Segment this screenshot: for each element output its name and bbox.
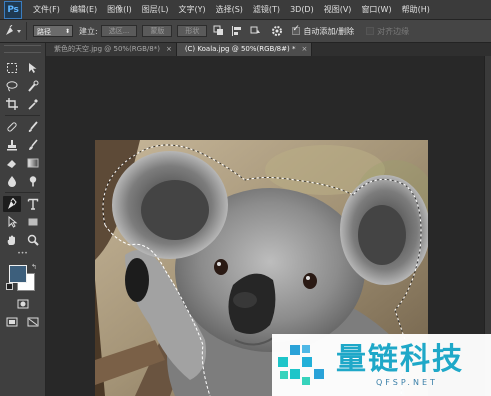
eyedropper-icon[interactable] (24, 96, 42, 112)
menu-image[interactable]: 图像(I) (102, 0, 137, 19)
watermark: 量链科技 QFSP.NET (272, 334, 491, 396)
type-icon[interactable] (24, 196, 42, 212)
clone-stamp-icon[interactable] (3, 137, 21, 153)
zoom-icon[interactable] (24, 232, 42, 248)
tab-koala[interactable]: (C) Koala.jpg @ 50%(RGB/8#) * × (176, 43, 313, 56)
menu-file[interactable]: 文件(F) (28, 0, 65, 19)
menu-view[interactable]: 视图(V) (319, 0, 357, 19)
options-bar: 路径 ⬍ 建立: 选区... 蒙版 形状 自动添加/删除 对齐边缘 (0, 20, 491, 43)
more-tools-icon[interactable]: ••• (17, 250, 28, 257)
tab-label: (C) Koala.jpg @ 50%(RGB/8#) * (184, 45, 296, 53)
chevron-down-icon: ⬍ (64, 28, 70, 35)
align-edges-checkbox[interactable] (366, 27, 375, 35)
default-colors-icon[interactable] (6, 283, 13, 290)
watermark-url: QFSP.NET (376, 377, 438, 387)
menu-window[interactable]: 窗口(W) (356, 0, 396, 19)
path-select-icon[interactable] (3, 214, 21, 230)
auto-add-delete-checkbox[interactable] (292, 24, 301, 35)
close-icon[interactable]: × (301, 45, 307, 53)
brush-icon[interactable] (24, 119, 42, 135)
tab-label: 紫色的天空.jpg @ 50%(RGB/8*) (54, 45, 160, 53)
make-shape-button[interactable]: 形状 (177, 25, 208, 37)
watermark-title: 量链科技 (336, 341, 464, 377)
quick-select-icon[interactable] (24, 78, 42, 94)
make-mask-button[interactable]: 蒙版 (142, 25, 173, 37)
dodge-icon[interactable] (24, 173, 42, 189)
tools-panel: ••• ↰ (0, 43, 46, 396)
menu-filter[interactable]: 滤镜(T) (248, 0, 285, 19)
rectangle-icon[interactable] (24, 214, 42, 230)
marquee-icon[interactable] (3, 60, 21, 76)
foreground-color-swatch[interactable] (9, 265, 27, 283)
pen-icon (6, 25, 21, 35)
close-icon[interactable]: × (166, 45, 172, 53)
make-label: 建立: (79, 26, 98, 36)
move-icon[interactable] (24, 60, 42, 76)
healing-brush-icon[interactable] (3, 119, 21, 135)
menu-type[interactable]: 文字(Y) (173, 0, 210, 19)
auto-add-delete-label: 自动添加/删除 (303, 26, 355, 36)
tool-preset-picker[interactable] (0, 22, 27, 40)
history-brush-icon[interactable] (24, 137, 42, 153)
path-alignment-icon[interactable] (230, 24, 244, 38)
mode-select-value: 路径 (37, 28, 51, 36)
menu-bar: Ps 文件(F) 编辑(E) 图像(I) 图层(L) 文字(Y) 选择(S) 滤… (0, 0, 491, 20)
photoshop-logo: Ps (4, 0, 22, 19)
eraser-icon[interactable] (3, 155, 21, 171)
color-swatches: ↰ (0, 261, 45, 293)
tab-purple-sky[interactable]: 紫色的天空.jpg @ 50%(RGB/8*) × (46, 43, 177, 56)
path-operations-icon[interactable] (212, 24, 226, 38)
mode-select[interactable]: 路径 ⬍ (33, 25, 73, 37)
gear-icon[interactable] (270, 24, 284, 38)
lasso-icon[interactable] (3, 78, 21, 94)
screen-mode-alt-icon[interactable] (24, 314, 42, 330)
path-arrangement-icon[interactable] (248, 24, 262, 38)
crop-icon[interactable] (3, 96, 21, 112)
menu-edit[interactable]: 编辑(E) (65, 0, 102, 19)
pen-icon[interactable] (3, 196, 22, 212)
gradient-icon[interactable] (24, 155, 42, 171)
hand-icon[interactable] (3, 232, 21, 248)
menu-select[interactable]: 选择(S) (211, 0, 248, 19)
menu-layer[interactable]: 图层(L) (137, 0, 174, 19)
make-selection-button[interactable]: 选区... (100, 25, 138, 37)
menu-3d[interactable]: 3D(D) (285, 0, 319, 19)
document-tabs: 紫色的天空.jpg @ 50%(RGB/8*) × (C) Koala.jpg @… (46, 43, 491, 56)
quick-mask-icon[interactable] (14, 296, 32, 312)
qfsp-logo-icon (278, 345, 324, 385)
panel-grip[interactable] (4, 45, 41, 53)
swap-colors-icon[interactable]: ↰ (31, 263, 37, 271)
screen-mode-icon[interactable] (3, 314, 21, 330)
blur-icon[interactable] (3, 173, 21, 189)
align-edges-label: 对齐边缘 (377, 26, 410, 36)
menu-help[interactable]: 帮助(H) (397, 0, 435, 19)
